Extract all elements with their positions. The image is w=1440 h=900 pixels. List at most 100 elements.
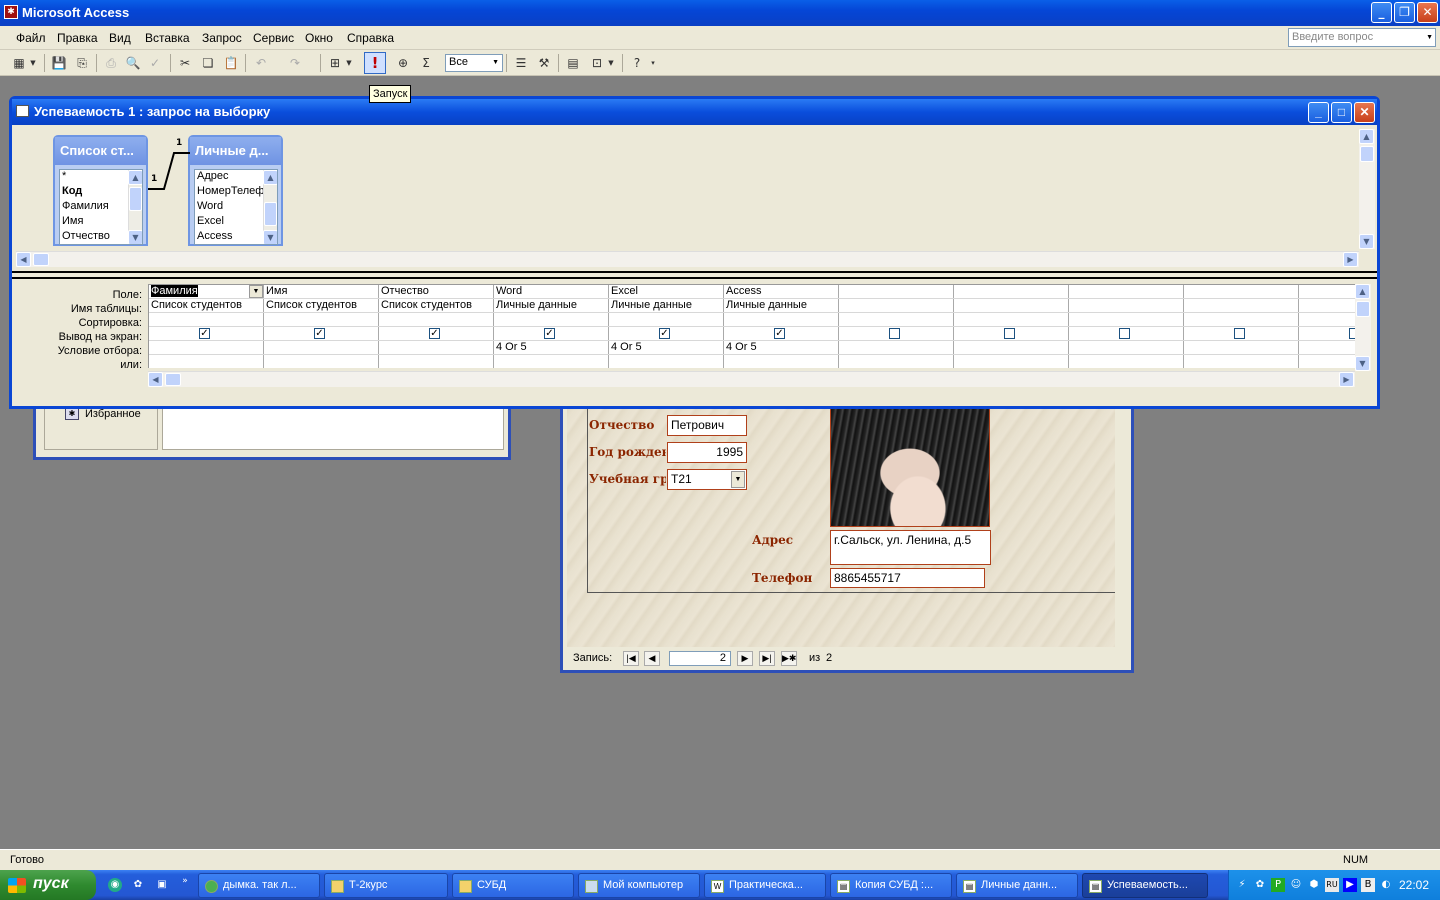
- grid-criteria-cell[interactable]: [954, 341, 1069, 355]
- properties-icon[interactable]: ☰: [512, 54, 530, 72]
- grid-field-cell[interactable]: [1184, 285, 1299, 299]
- table-pane-vscroll[interactable]: ▲ ▼: [1359, 129, 1375, 249]
- tray-flower-icon[interactable]: ✿: [1253, 878, 1267, 892]
- task-button[interactable]: дымка. так л...: [198, 873, 320, 898]
- chevron-down-icon[interactable]: ▼: [28, 54, 38, 72]
- grid-table-cell[interactable]: [1069, 299, 1184, 313]
- chevron-down-icon[interactable]: ▼: [344, 54, 354, 72]
- grid-field-cell[interactable]: Word: [494, 285, 609, 299]
- minimize-icon[interactable]: _: [1308, 102, 1329, 123]
- menu-view[interactable]: Вид: [109, 31, 131, 45]
- help-icon[interactable]: ?: [628, 54, 646, 72]
- grid-show-cell[interactable]: ✓: [609, 327, 724, 341]
- preview-icon[interactable]: 🔍: [124, 54, 142, 72]
- top-values-select[interactable]: Все ▼: [445, 54, 503, 72]
- chevron-right-icon[interactable]: ▶: [1343, 252, 1358, 267]
- chevron-up-icon[interactable]: ▲: [1355, 284, 1370, 299]
- new-record-icon[interactable]: ▶✱: [781, 651, 797, 666]
- grid-or-cell[interactable]: [379, 355, 494, 368]
- paste-icon[interactable]: 📋: [222, 54, 240, 72]
- grid-sort-cell[interactable]: [1184, 313, 1299, 327]
- grid-field-cell[interactable]: Excel: [609, 285, 724, 299]
- grid-criteria-cell[interactable]: [839, 341, 954, 355]
- record-number-input[interactable]: 2: [669, 651, 731, 666]
- chevron-left-icon[interactable]: ◀: [16, 252, 31, 267]
- pane-splitter[interactable]: [12, 271, 1377, 279]
- grid-criteria-cell[interactable]: [379, 341, 494, 355]
- save-icon[interactable]: 💾: [50, 54, 68, 72]
- grid-table-cell[interactable]: Список студентов: [264, 299, 379, 313]
- menu-edit[interactable]: Правка: [57, 31, 98, 45]
- grid-or-cell[interactable]: [264, 355, 379, 368]
- grid-show-cell[interactable]: ✓: [264, 327, 379, 341]
- group-combo[interactable]: Т21 ▼: [667, 469, 747, 490]
- grid-table-cell[interactable]: [839, 299, 954, 313]
- totals-icon[interactable]: Σ: [417, 54, 435, 72]
- chevron-down-icon[interactable]: ▼: [249, 285, 263, 298]
- chevron-down-icon[interactable]: ▼: [1355, 356, 1370, 371]
- query-type-icon[interactable]: ⊞: [326, 54, 344, 72]
- grid-or-cell[interactable]: [724, 355, 839, 368]
- tray-b-icon[interactable]: B: [1361, 878, 1375, 892]
- grid-table-cell[interactable]: Личные данные: [609, 299, 724, 313]
- database-window-icon[interactable]: ▤: [564, 54, 582, 72]
- menu-window[interactable]: Окно: [305, 31, 333, 45]
- grid-show-cell[interactable]: ✓: [494, 327, 609, 341]
- menu-tools[interactable]: Сервис: [253, 31, 294, 45]
- birth-year-field[interactable]: 1995: [667, 442, 747, 463]
- table-pane-hscroll[interactable]: ◀ ▶: [16, 251, 1359, 267]
- grid-table-cell[interactable]: Личные данные: [494, 299, 609, 313]
- grid-criteria-cell[interactable]: [264, 341, 379, 355]
- chevron-down-icon[interactable]: ▼: [1359, 234, 1374, 249]
- grid-hscroll[interactable]: ◀ ▶: [148, 371, 1355, 387]
- grid-sort-cell[interactable]: [1069, 313, 1184, 327]
- grid-sort-cell[interactable]: [609, 313, 724, 327]
- checkbox-checked[interactable]: ✓: [774, 328, 785, 339]
- spell-icon[interactable]: ✓: [146, 54, 164, 72]
- grid-criteria-cell[interactable]: [1299, 341, 1356, 355]
- app-title-bar[interactable]: ✱ Microsoft Access _ ❐ ✕: [0, 0, 1440, 26]
- grid-or-cell[interactable]: [954, 355, 1069, 368]
- checkbox-checked[interactable]: ✓: [544, 328, 555, 339]
- grid-field-cell[interactable]: [954, 285, 1069, 299]
- quicklaunch-more-icon[interactable]: »: [178, 874, 192, 888]
- grid-field-cell[interactable]: [1069, 285, 1184, 299]
- grid-or-cell[interactable]: [494, 355, 609, 368]
- grid-or-cell[interactable]: [839, 355, 954, 368]
- grid-sort-cell[interactable]: [149, 313, 264, 327]
- prev-record-icon[interactable]: ◀: [644, 651, 660, 666]
- grid-field-cell[interactable]: Access: [724, 285, 839, 299]
- checkbox-checked[interactable]: ✓: [429, 328, 440, 339]
- grid-table-cell[interactable]: Список студентов: [379, 299, 494, 313]
- grid-field-cell[interactable]: [1299, 285, 1356, 299]
- checkbox[interactable]: [1004, 328, 1015, 339]
- checkbox-checked[interactable]: ✓: [659, 328, 670, 339]
- file-search-icon[interactable]: ⎘: [73, 54, 91, 72]
- checkbox[interactable]: [1119, 328, 1130, 339]
- grid-criteria-cell[interactable]: 4 Or 5: [494, 341, 609, 355]
- first-record-icon[interactable]: |◀: [623, 651, 639, 666]
- grid-or-cell[interactable]: [1299, 355, 1356, 368]
- undo-icon[interactable]: ↶: [252, 54, 270, 72]
- grid-table-cell[interactable]: Список студентов: [149, 299, 264, 313]
- close-icon[interactable]: ✕: [1354, 102, 1375, 123]
- menu-insert[interactable]: Вставка: [145, 31, 190, 45]
- grid-show-cell[interactable]: [1069, 327, 1184, 341]
- task-button[interactable]: W Практическа...: [704, 873, 826, 898]
- chevron-up-icon[interactable]: ▲: [1359, 129, 1374, 144]
- grid-criteria-cell[interactable]: [1184, 341, 1299, 355]
- grid-criteria-cell[interactable]: [149, 341, 264, 355]
- favorites-item[interactable]: Избранное: [85, 408, 141, 420]
- language-indicator[interactable]: RU: [1325, 878, 1339, 892]
- grid-show-cell[interactable]: ✓: [149, 327, 264, 341]
- grid-field-cell[interactable]: Отчество: [379, 285, 494, 299]
- task-button[interactable]: СУБД: [452, 873, 574, 898]
- tray-media-icon[interactable]: ▶: [1343, 878, 1357, 892]
- grid-show-cell[interactable]: [954, 327, 1069, 341]
- grid-show-cell[interactable]: ✓: [724, 327, 839, 341]
- grid-table-cell[interactable]: Личные данные: [724, 299, 839, 313]
- tray-network-icon[interactable]: ⚡: [1235, 878, 1249, 892]
- task-button[interactable]: Мой компьютер: [578, 873, 700, 898]
- grid-vscroll[interactable]: ▲ ▼: [1355, 284, 1371, 371]
- last-record-icon[interactable]: ▶|: [759, 651, 775, 666]
